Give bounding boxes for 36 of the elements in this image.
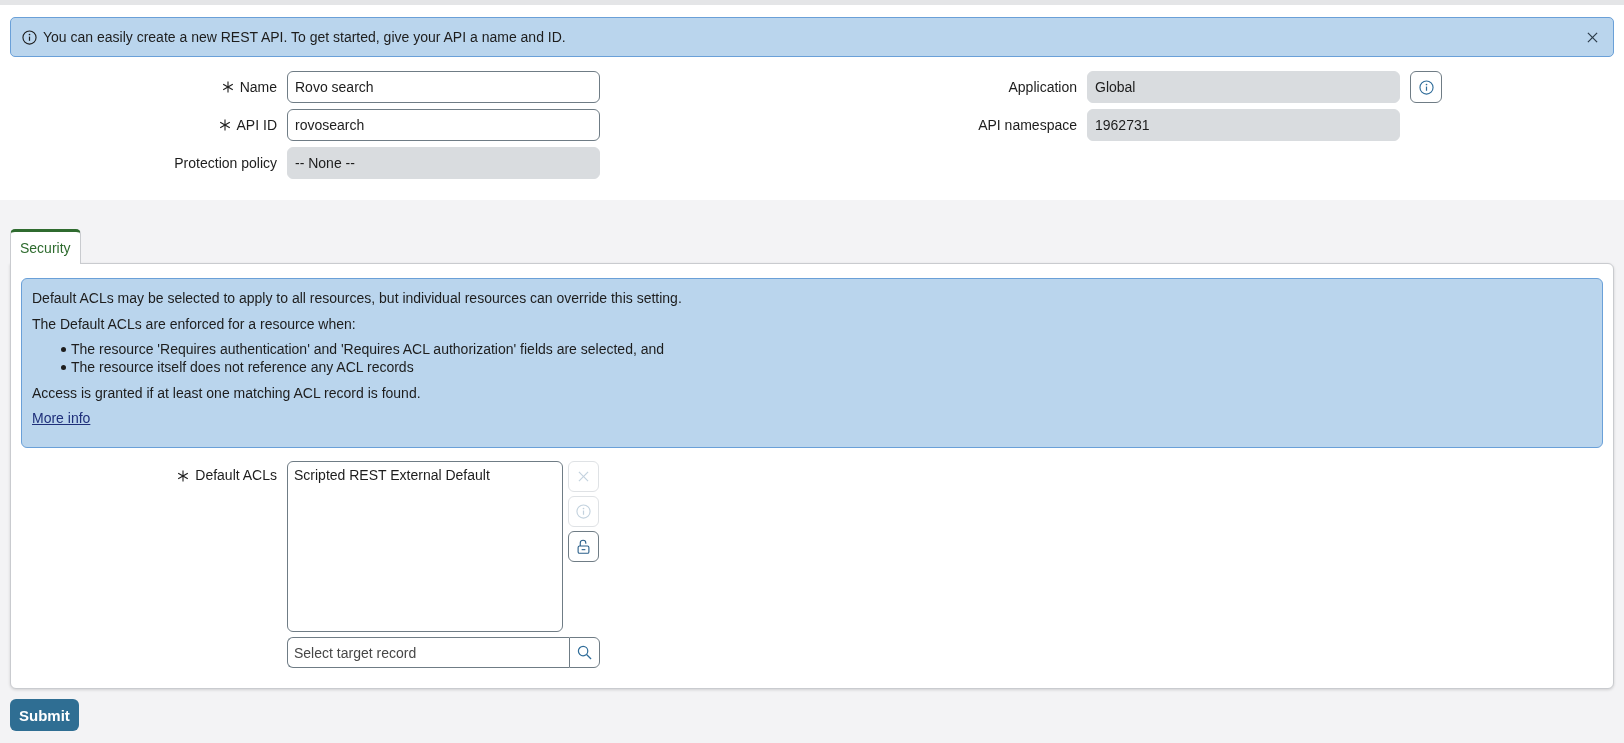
field-label: Protection policy: [174, 155, 277, 171]
info-icon: [1418, 79, 1434, 95]
field-label: Default ACLs: [195, 467, 277, 483]
acl-list[interactable]: Scripted REST External Default: [287, 461, 563, 632]
bullet-text: The resource 'Requires authentication' and 'Requires ACL authorization' fields are selected, and: [71, 340, 665, 358]
record-search-field[interactable]: Select target record: [287, 637, 569, 668]
info-text: Default ACLs may be selected to apply to all resources, but individual resources can override this setting.: [32, 289, 683, 307]
lock-button[interactable]: [568, 531, 599, 562]
banner-text: You can easily create a new REST API. To get started, give your API a name and ID.: [43, 29, 567, 45]
field-label: API ID: [236, 117, 277, 133]
bullet-text: The resource itself does not reference any ACL records: [71, 358, 414, 376]
field-label: Application: [1008, 79, 1077, 95]
security-tab[interactable]: Security: [10, 229, 81, 264]
info-button[interactable]: [1410, 71, 1442, 103]
info-icon: [22, 29, 37, 45]
bullet-icon: [61, 346, 66, 352]
text-field[interactable]: 1962731: [1087, 109, 1400, 141]
info-text: Access is granted if at least one matching ACL record is found.: [32, 383, 422, 402]
search-button[interactable]: [569, 637, 600, 668]
text-field[interactable]: Global: [1087, 71, 1400, 103]
text-field[interactable]: rovosearch: [287, 109, 600, 141]
text-field[interactable]: Rovo search: [287, 71, 600, 103]
close-icon: [1587, 31, 1598, 43]
padlock-icon: [577, 539, 590, 554]
close-button[interactable]: [1587, 31, 1598, 43]
info-text: The Default ACLs are enforced for a resource when:: [32, 314, 357, 333]
text-field[interactable]: -- None --: [287, 147, 600, 179]
search-icon: [577, 645, 592, 660]
field-label: API namespace: [978, 117, 1077, 133]
more-info-link[interactable]: More info: [32, 410, 91, 426]
bullet-icon: [61, 364, 66, 370]
acl-list-item[interactable]: Scripted REST External Default: [294, 466, 556, 484]
close-icon: [578, 471, 589, 482]
info-icon: [576, 504, 591, 519]
submit-button[interactable]: Submit: [10, 699, 79, 731]
field-label: Name: [239, 79, 277, 95]
